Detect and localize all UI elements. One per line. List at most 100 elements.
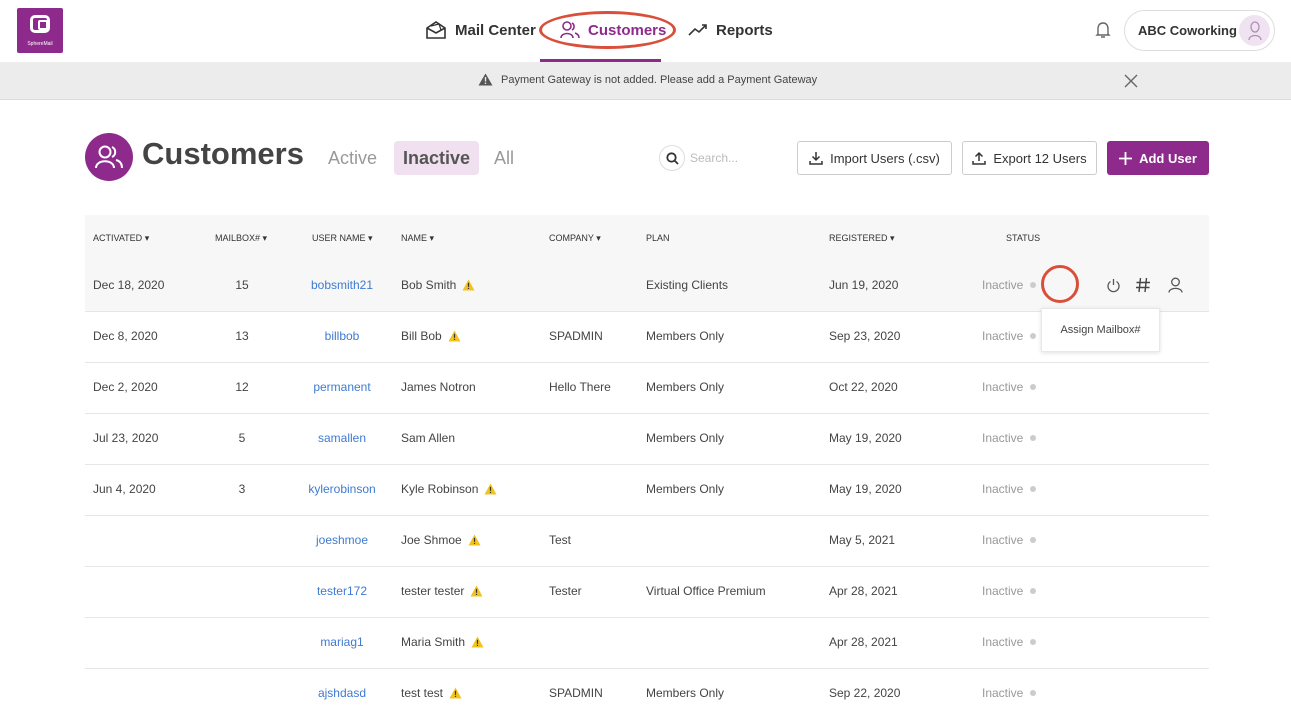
filter-all[interactable]: All [485, 141, 523, 175]
search-icon[interactable] [659, 145, 685, 171]
nav-mail-center[interactable]: Mail Center [425, 17, 536, 43]
username-link[interactable]: joeshmoe [292, 533, 392, 547]
plan-cell: Members Only [646, 380, 725, 394]
hash-icon[interactable] [1131, 273, 1155, 297]
column-activated[interactable]: ACTIVATED ▾ [93, 233, 149, 244]
filter-inactive[interactable]: Inactive [394, 141, 480, 175]
name-cell: Maria Smith [401, 635, 484, 649]
column-registered[interactable]: REGISTERED ▾ [829, 233, 895, 244]
name-cell: Sam Allen [401, 431, 455, 445]
status-text: Inactive [982, 482, 1024, 496]
registered-cell: Sep 23, 2020 [829, 329, 901, 343]
nav-reports-label: Reports [716, 21, 773, 39]
chevron-down-icon: ▾ [596, 233, 601, 243]
username-link[interactable]: billbob [292, 329, 392, 343]
status-text: Inactive [982, 686, 1024, 700]
status-cell: Inactive [982, 533, 1037, 547]
filter-active[interactable]: Active [319, 141, 386, 175]
plan-cell: Members Only [646, 329, 725, 343]
name-cell: Joe Shmoe [401, 533, 481, 547]
close-icon[interactable] [1124, 74, 1138, 88]
status-dot-icon [1030, 588, 1037, 594]
column-status: STATUS [1006, 233, 1041, 243]
registered-cell: Oct 22, 2020 [829, 380, 898, 394]
add-user-button[interactable]: Add User [1107, 141, 1209, 175]
trend-icon [688, 24, 707, 36]
username-link[interactable]: samallen [292, 431, 392, 445]
warning-icon [470, 585, 483, 597]
chevron-down-icon: ▾ [429, 233, 435, 243]
table-row[interactable]: mariag1 Maria Smith Apr 28, 2021 Inactive [85, 618, 1209, 669]
assign-mailbox-tooltip: Assign Mailbox# [1041, 308, 1160, 352]
download-icon [809, 152, 823, 165]
status-text: Inactive [982, 431, 1024, 445]
user-icon[interactable] [1163, 273, 1187, 297]
username-link[interactable]: bobsmith21 [292, 278, 392, 292]
logo-text: SphereMail [27, 41, 53, 47]
name-cell: test test [401, 686, 462, 700]
table-row[interactable]: Dec 18, 2020 15 bobsmith21 Bob Smith Existin… [85, 261, 1209, 312]
status-cell: Inactive [982, 329, 1037, 343]
name-text: James Notron [401, 380, 476, 394]
table-row[interactable]: joeshmoe Joe Shmoe Test May 5, 2021 Inactive [85, 516, 1209, 567]
column-company[interactable]: COMPANY ▾ [549, 233, 601, 244]
column-mailbox[interactable]: MAILBOX# ▾ [215, 233, 267, 244]
status-cell: Inactive [982, 635, 1037, 649]
table-row[interactable]: Dec 2, 2020 12 permanent James Notron Hello … [85, 363, 1209, 414]
column-name[interactable]: NAME ▾ [401, 233, 434, 244]
table-row[interactable]: tester172 tester tester Tester Virtual Offi… [85, 567, 1209, 618]
power-icon[interactable] [1101, 273, 1125, 297]
payment-warning-banner: Payment Gateway is not added. Please add… [0, 62, 1291, 100]
warning-icon [484, 483, 497, 495]
status-cell: Inactive [982, 431, 1037, 445]
brand-logo[interactable]: SphereMail [17, 8, 63, 53]
username-link[interactable]: ajshdasd [292, 686, 392, 700]
username-link[interactable]: tester172 [292, 584, 392, 598]
activated-cell: Dec 18, 2020 [93, 278, 165, 292]
registered-cell: May 19, 2020 [829, 482, 902, 496]
notification-bell-icon[interactable] [1095, 21, 1111, 39]
account-menu[interactable]: ABC Coworking [1124, 10, 1275, 51]
search-input[interactable] [690, 148, 780, 168]
mailbox-cell: 3 [238, 482, 246, 496]
table-row[interactable]: Jun 4, 2020 3 kylerobinson Kyle Robinson Mem… [85, 465, 1209, 516]
warning-icon [478, 73, 493, 86]
registered-cell: Apr 28, 2021 [829, 635, 898, 649]
status-dot-icon [1030, 384, 1037, 390]
status-cell: Inactive [982, 584, 1037, 598]
activated-cell: Dec 2, 2020 [93, 380, 158, 394]
add-user-label: Add User [1139, 150, 1197, 166]
username-link[interactable]: mariag1 [292, 635, 392, 649]
username-link[interactable]: permanent [292, 380, 392, 394]
status-cell: Inactive [982, 380, 1037, 394]
mailbox-cell: 15 [235, 278, 249, 292]
table-row[interactable]: ajshdasd test test SPADMIN Members Only Sep … [85, 669, 1209, 706]
import-users-button[interactable]: Import Users (.csv) [797, 141, 952, 175]
warning-icon [448, 330, 461, 342]
status-dot-icon [1030, 282, 1037, 288]
upload-icon [972, 151, 987, 165]
status-dot-icon [1030, 486, 1037, 492]
registered-cell: Jun 19, 2020 [829, 278, 899, 292]
company-cell: Test [549, 533, 572, 547]
status-dot-icon [1030, 639, 1037, 645]
banner-message-wrap: Payment Gateway is not added. Please add… [478, 73, 817, 86]
plan-cell: Virtual Office Premium [646, 584, 766, 598]
nav-reports[interactable]: Reports [688, 17, 773, 43]
nav-mail-center-label: Mail Center [455, 21, 536, 39]
status-text: Inactive [982, 278, 1024, 292]
banner-message: Payment Gateway is not added. Please add… [501, 73, 818, 86]
name-text: Joe Shmoe [401, 533, 462, 547]
name-text: Bob Smith [401, 278, 457, 292]
export-users-button[interactable]: Export 12 Users [962, 141, 1097, 175]
name-text: Kyle Robinson [401, 482, 479, 496]
warning-icon [471, 636, 484, 648]
status-text: Inactive [982, 329, 1024, 343]
plan-cell: Existing Clients [646, 278, 729, 292]
table-row[interactable]: Jul 23, 2020 5 samallen Sam Allen Members On… [85, 414, 1209, 465]
highlight-annotation [539, 11, 676, 49]
chevron-down-icon: ▾ [144, 233, 150, 243]
status-cell: Inactive [982, 278, 1037, 292]
column-username[interactable]: USER NAME ▾ [312, 233, 373, 244]
username-link[interactable]: kylerobinson [292, 482, 392, 496]
